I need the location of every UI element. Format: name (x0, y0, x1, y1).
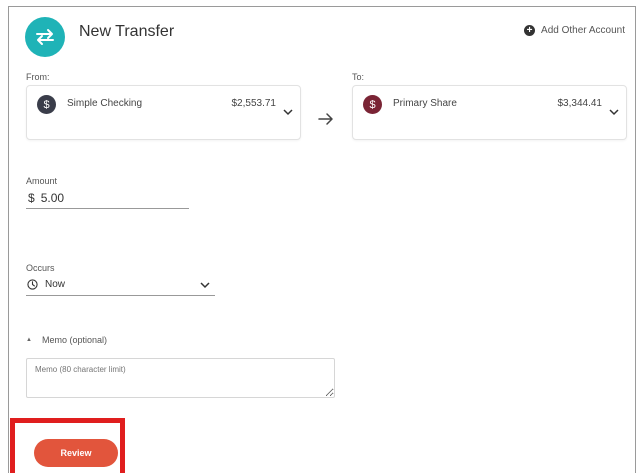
from-account-name: Simple Checking (67, 98, 143, 109)
dollar-icon: $ (37, 95, 56, 114)
plus-circle-icon: + (524, 25, 536, 36)
currency-symbol: $ (28, 190, 35, 205)
occurs-value: Now (45, 279, 66, 290)
amount-value: 5.00 (40, 190, 65, 205)
add-other-account-label: Add Other Account (541, 25, 625, 36)
occurs-label: Occurs (26, 263, 55, 273)
dollar-icon: $ (363, 95, 382, 114)
transfer-icon (25, 17, 65, 57)
from-account-balance: $2,553.71 (231, 98, 277, 109)
caret-up-icon: ▲ (26, 337, 32, 343)
from-account-select[interactable]: $ Simple Checking $2,553.71 (26, 85, 301, 140)
memo-toggle[interactable]: ▲ Memo (optional) (26, 335, 107, 345)
arrow-right-icon (318, 113, 333, 125)
amount-input[interactable]: $ 5.00 (26, 187, 189, 209)
chevron-down-icon (609, 109, 619, 116)
add-other-account-button[interactable]: + Add Other Account (524, 25, 625, 36)
highlight-box (10, 418, 125, 473)
clock-icon (27, 279, 38, 290)
from-label: From: (26, 72, 50, 82)
chevron-down-icon (200, 282, 210, 289)
memo-textarea[interactable] (26, 358, 335, 398)
chevron-down-icon (283, 109, 293, 116)
amount-label: Amount (26, 176, 58, 186)
transfer-panel: New Transfer + Add Other Account From: $… (8, 6, 636, 473)
to-account-balance: $3,344.41 (557, 98, 603, 109)
occurs-select[interactable]: Now (26, 274, 215, 296)
page-title: New Transfer (79, 23, 175, 40)
to-account-name: Primary Share (393, 98, 457, 109)
to-account-select[interactable]: $ Primary Share $3,344.41 (352, 85, 627, 140)
to-label: To: (352, 72, 365, 82)
memo-toggle-label: Memo (optional) (41, 335, 107, 345)
